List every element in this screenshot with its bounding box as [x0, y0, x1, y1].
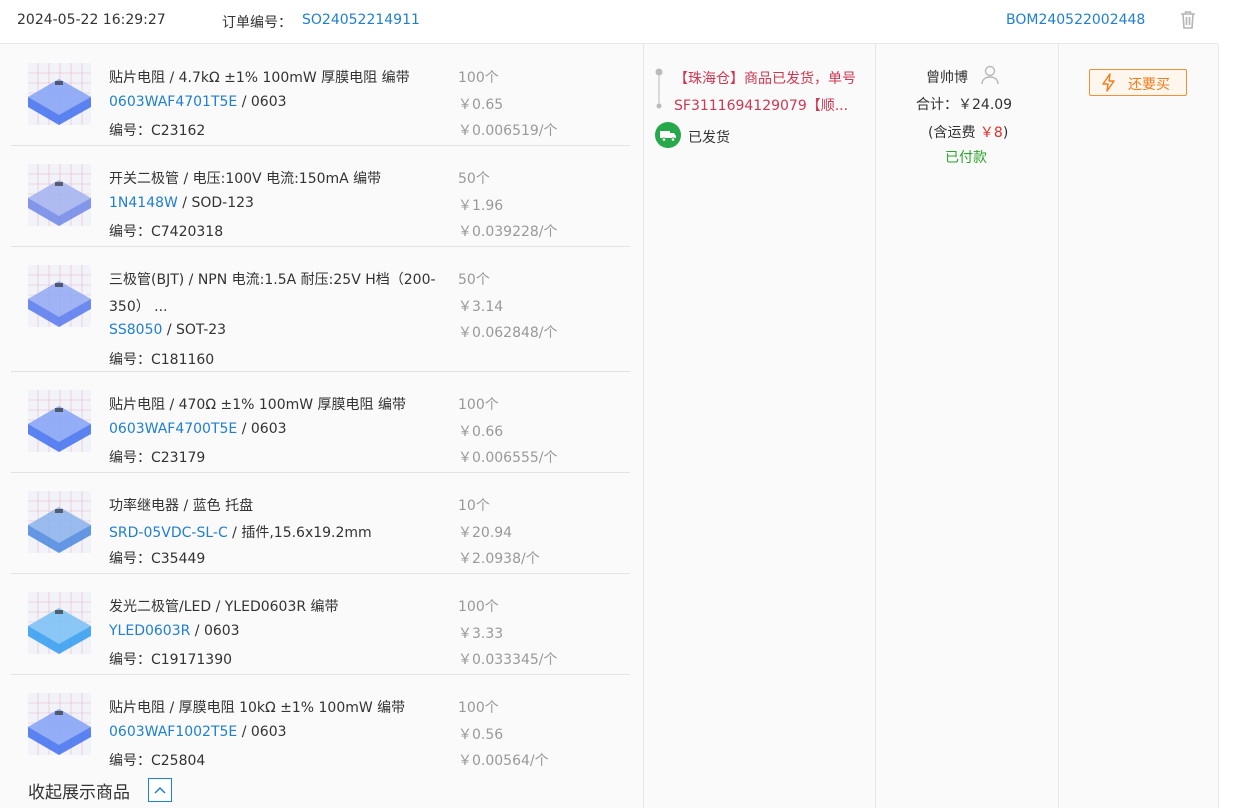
product-part: SRD-05VDC-SL-C / 插件,15.6x19.2mm	[109, 522, 372, 542]
product-part: YLED0603R / 0603	[109, 623, 240, 639]
product-code: 编号：C7420318	[109, 224, 224, 240]
chevron-up-icon	[154, 786, 166, 794]
quantity: 50个	[458, 171, 490, 187]
unit-price: ￥2.0938/个	[458, 551, 540, 567]
order-datetime: 2024-05-22 16:29:27	[17, 12, 166, 28]
payment-status: 已付款	[945, 150, 987, 166]
quantity: 10个	[458, 498, 490, 514]
column-divider	[643, 44, 644, 808]
product-code: 编号：C23162	[109, 123, 206, 139]
unit-price: ￥0.033345/个	[458, 652, 558, 668]
quantity: 100个	[458, 70, 499, 86]
unit-price: ￥0.006519/个	[458, 123, 558, 139]
column-divider	[1218, 44, 1219, 808]
product-title: 三极管(BJT) / NPN 电流:1.5A 耐压:25V H档（200-	[109, 272, 436, 288]
order-total: 合计：￥24.09	[916, 97, 1013, 113]
product-thumbnail[interactable]	[28, 693, 91, 755]
product-row: 发光二极管/LED / YLED0603R 编带 YLED0603R / 060…	[11, 573, 630, 675]
shipping-fee-prefix: (含运费	[928, 125, 980, 141]
rebuy-label: 还要买	[1128, 77, 1170, 93]
product-title: 发光二极管/LED / YLED0603R 编带	[109, 599, 339, 615]
price: ￥0.66	[458, 424, 504, 440]
package-text: / SOT-23	[162, 322, 227, 338]
product-thumbnail[interactable]	[28, 592, 91, 654]
shipment-message[interactable]: 【珠海仓】商品已发货，单号SF3111694129079【顺...	[674, 66, 864, 120]
product-title: 贴片电阻 / 厚膜电阻 10kΩ ±1% 100mW 编带	[109, 700, 406, 716]
price: ￥3.14	[458, 299, 504, 315]
lightning-icon	[1102, 73, 1115, 92]
order-number-label: 订单编号：	[222, 15, 292, 31]
product-thumbnail[interactable]	[28, 63, 91, 125]
part-number-link[interactable]: YLED0603R	[109, 623, 190, 639]
product-code: 编号：C181160	[109, 352, 215, 368]
package-text: / 0603	[190, 623, 240, 639]
product-part: 0603WAF4700T5E / 0603	[109, 421, 287, 437]
product-row: 贴片电阻 / 470Ω ±1% 100mW 厚膜电阻 编带 0603WAF470…	[11, 371, 630, 473]
part-number-link[interactable]: 0603WAF4700T5E	[109, 421, 237, 437]
product-row: 功率继电器 / 蓝色 托盘 SRD-05VDC-SL-C / 插件,15.6x1…	[11, 472, 630, 574]
user-icon	[981, 65, 999, 85]
part-number-link[interactable]: SRD-05VDC-SL-C	[109, 525, 228, 541]
product-part: 0603WAF4701T5E / 0603	[109, 94, 287, 110]
product-part: 1N4148W / SOD-123	[109, 195, 254, 211]
product-title: 贴片电阻 / 470Ω ±1% 100mW 厚膜电阻 编带	[109, 397, 406, 413]
product-code: 编号：C19171390	[109, 652, 233, 668]
product-thumbnail[interactable]	[28, 491, 91, 553]
part-number-link[interactable]: SS8050	[109, 322, 162, 338]
order-number-link[interactable]: SO24052214911	[302, 12, 420, 28]
product-code: 编号：C25804	[109, 753, 206, 769]
price: ￥20.94	[458, 525, 513, 541]
unit-price: ￥0.00564/个	[458, 753, 549, 769]
package-text: / 0603	[237, 421, 287, 437]
quantity: 50个	[458, 272, 490, 288]
part-number-link[interactable]: 0603WAF1002T5E	[109, 724, 237, 740]
product-row: 贴片电阻 / 厚膜电阻 10kΩ ±1% 100mW 编带 0603WAF100…	[11, 674, 630, 778]
collapse-button[interactable]	[148, 778, 172, 802]
quantity: 100个	[458, 700, 499, 716]
truck-icon	[655, 122, 681, 148]
product-row: 贴片电阻 / 4.7kΩ ±1% 100mW 厚膜电阻 编带 0603WAF47…	[11, 44, 630, 146]
product-title: 功率继电器 / 蓝色 托盘	[109, 498, 254, 514]
product-row: 三极管(BJT) / NPN 电流:1.5A 耐压:25V H档（200- 35…	[11, 246, 630, 372]
part-number-link[interactable]: 1N4148W	[109, 195, 178, 211]
shipment-status: 已发货	[688, 130, 730, 146]
product-code: 编号：C23179	[109, 450, 206, 466]
quantity: 100个	[458, 599, 499, 615]
order-header: 2024-05-22 16:29:27 订单编号： SO24052214911 …	[0, 0, 1218, 44]
product-part: 0603WAF1002T5E / 0603	[109, 724, 287, 740]
price: ￥0.56	[458, 727, 504, 743]
quantity: 100个	[458, 397, 499, 413]
shipping-fee-amount: ￥8	[979, 125, 1003, 141]
product-part: SS8050 / SOT-23	[109, 322, 226, 338]
product-code: 编号：C35449	[109, 551, 206, 567]
bom-number-link[interactable]: BOM240522002448	[1006, 12, 1145, 28]
product-thumbnail[interactable]	[28, 164, 91, 226]
product-title-cont: 350） ...	[109, 299, 168, 315]
package-text: / SOD-123	[177, 195, 254, 211]
price: ￥0.65	[458, 97, 504, 113]
package-text: / 0603	[237, 94, 287, 110]
product-row: 开关二极管 / 电压:100V 电流:150mA 编带 1N4148W / SO…	[11, 145, 630, 247]
product-thumbnail[interactable]	[28, 265, 91, 327]
product-thumbnail[interactable]	[28, 390, 91, 452]
price: ￥1.96	[458, 198, 504, 214]
shipping-fee-suffix: )	[1002, 125, 1009, 141]
buyer-name: 曾帅博	[926, 70, 968, 86]
product-title: 贴片电阻 / 4.7kΩ ±1% 100mW 厚膜电阻 编带	[109, 70, 410, 86]
unit-price: ￥0.039228/个	[458, 224, 558, 240]
price: ￥3.33	[458, 626, 504, 642]
shipping-fee: (含运费 ￥8)	[928, 122, 1008, 142]
part-number-link[interactable]: 0603WAF4701T5E	[109, 94, 237, 110]
column-divider	[1058, 44, 1059, 808]
package-text: / 0603	[237, 724, 287, 740]
trash-icon[interactable]	[1177, 9, 1199, 31]
rebuy-button[interactable]: 还要买	[1089, 69, 1187, 96]
package-text: / 插件,15.6x19.2mm	[227, 525, 372, 541]
unit-price: ￥0.062848/个	[458, 325, 558, 341]
timeline-pin-icon	[655, 68, 663, 109]
product-title: 开关二极管 / 电压:100V 电流:150mA 编带	[109, 171, 382, 187]
column-divider	[875, 44, 876, 808]
collapse-products-link[interactable]: 收起展示商品	[28, 778, 130, 803]
unit-price: ￥0.006555/个	[458, 450, 558, 466]
